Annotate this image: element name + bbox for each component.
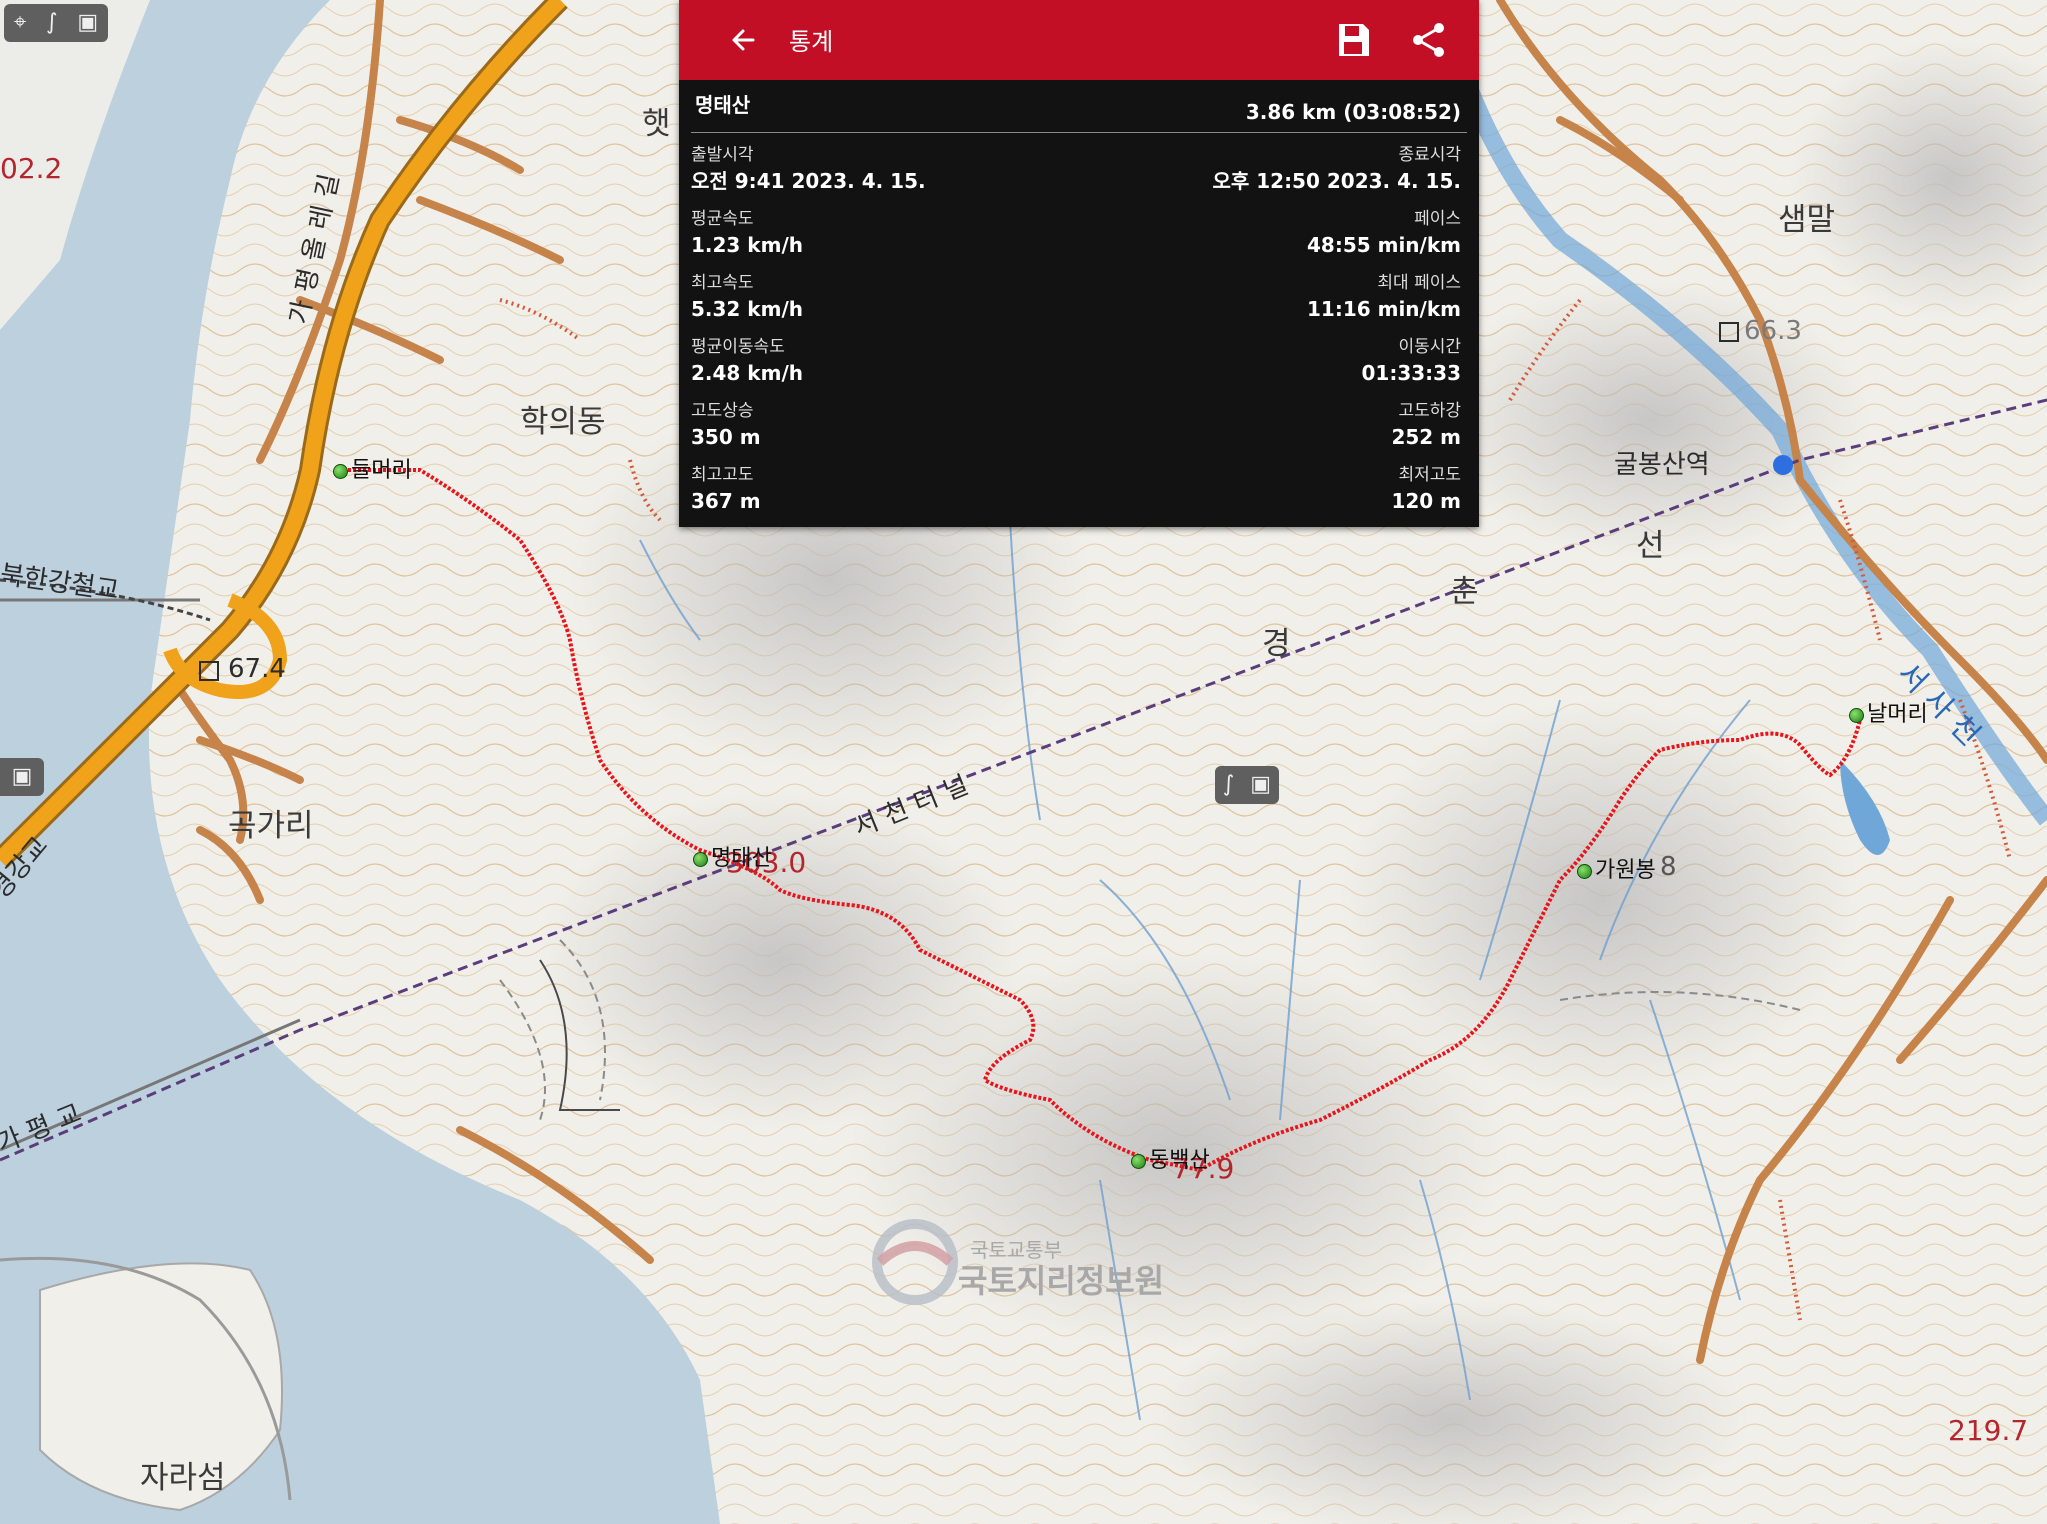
logo-text-bottom: 국토지리정보원 — [958, 1262, 1165, 1300]
place-label-gyeongchun-1: 경 — [1262, 626, 1291, 662]
stat-value: 48:55 min/km — [1306, 233, 1461, 257]
fullscreen-icon[interactable]: ▣ — [1250, 774, 1271, 796]
route-icon[interactable]: ∫ — [1223, 774, 1234, 796]
stat-cell: 최고속도 5.32 km/h — [691, 269, 803, 333]
elevation-label: 67.4 — [228, 654, 286, 684]
stat-cell: 평균이동속도 2.48 km/h — [691, 333, 803, 397]
stat-row: 평균이동속도 2.48 km/h 이동시간 01:33:33 — [691, 333, 1467, 397]
fullscreen-icon: ▣ — [11, 764, 33, 789]
stat-value: 252 m — [1391, 425, 1461, 449]
stat-value: 11:16 min/km — [1306, 297, 1461, 321]
stat-row: 출발시각오전 9:41 2023. 4. 15. 종료시각오후 12:50 20… — [691, 141, 1467, 205]
stat-label: 최고고도 — [691, 465, 754, 485]
arrow-left-icon — [732, 29, 755, 51]
waypoint-gawonbong[interactable]: 가원봉 — [1577, 852, 1656, 884]
side-tool-button[interactable]: ▣ — [0, 758, 44, 796]
stat-row: 고도상승 350 m 고도하강 252 m — [691, 397, 1467, 461]
stat-cell: 고도상승 350 m — [691, 397, 761, 461]
place-label-partial: 햇 — [642, 106, 671, 142]
stat-cell: 평균속도 1.23 km/h — [691, 205, 803, 269]
stat-value: 오전 9:41 2023. 4. 15. — [691, 169, 926, 193]
share-icon — [1413, 23, 1444, 57]
stat-label: 페이스 — [1414, 209, 1461, 229]
stat-label: 출발시각 — [691, 145, 754, 165]
stat-label: 최저고도 — [1398, 465, 1461, 485]
stat-cell: 이동시간 01:33:33 — [1362, 333, 1468, 397]
waypoint-marker-icon — [1577, 863, 1592, 879]
statistics-toolbar: 통계 — [679, 0, 1479, 80]
place-label-gokgari: 곡가리 — [228, 808, 314, 844]
stat-value: 1.23 km/h — [691, 233, 803, 257]
stat-value: 01:33:33 — [1361, 361, 1462, 385]
place-label-saemmal: 샘말 — [1778, 202, 1836, 238]
back-button[interactable] — [723, 20, 763, 60]
floppy-disk-icon — [1339, 24, 1369, 56]
stat-cell: 최대 페이스 11:16 min/km — [1307, 269, 1467, 333]
waypoint-start[interactable]: 들머리 — [333, 452, 412, 484]
elevation-label: 66.3 — [1744, 316, 1802, 346]
save-button[interactable] — [1333, 20, 1373, 60]
waypoint-marker-icon — [1131, 1153, 1146, 1169]
stat-value: 2.48 km/h — [691, 361, 803, 385]
stat-label: 이동시간 — [1398, 337, 1461, 357]
place-label-gyeongchun-2: 춘 — [1450, 574, 1479, 610]
waypoint-myeongtaesan[interactable]: 명태산 — [693, 840, 772, 872]
stat-label: 최고속도 — [691, 273, 754, 293]
place-label-haguidong: 학의동 — [520, 404, 606, 440]
fullscreen-icon[interactable]: ▣ — [77, 12, 98, 34]
stat-cell: 최고고도 367 m — [691, 461, 761, 525]
stat-label: 평균이동속도 — [691, 337, 785, 357]
stat-value: 367 m — [691, 489, 761, 513]
route-icon[interactable]: ∫ — [46, 12, 57, 34]
stat-label: 종료시각 — [1398, 145, 1461, 165]
stat-value: 오후 12:50 2023. 4. 15. — [1212, 169, 1461, 193]
track-name: 명태산 — [695, 93, 751, 117]
stat-cell: 고도하강 252 m — [1391, 397, 1467, 461]
waypoint-marker-icon — [693, 851, 708, 867]
stat-label: 최대 페이스 — [1377, 273, 1461, 293]
stat-label: 평균속도 — [691, 209, 754, 229]
stat-row: 최고속도 5.32 km/h 최대 페이스 11:16 min/km — [691, 269, 1467, 333]
map-tools-cluster-center: ∫ ▣ — [1215, 766, 1279, 804]
stat-label: 고도상승 — [691, 401, 754, 421]
track-distance-time: 3.86 km (03:08:52) — [1245, 100, 1461, 124]
stat-row: 최고고도 367 m 최저고도 120 m — [691, 461, 1467, 525]
gps-locate-icon[interactable]: ⌖ — [14, 12, 26, 34]
track-summary: 명태산 3.86 km (03:08:52) — [691, 80, 1467, 133]
waypoint-dongbaeksan[interactable]: 동백산 — [1131, 1142, 1210, 1174]
elevation-label: 219.7 — [1948, 1414, 2029, 1447]
stat-cell: 종료시각오후 12:50 2023. 4. 15. — [1212, 141, 1467, 205]
waypoint-marker-icon — [1849, 707, 1864, 723]
share-button[interactable] — [1409, 20, 1449, 60]
place-label-gulbong-station: 굴봉산역 — [1614, 450, 1710, 480]
page-title: 통계 — [789, 28, 834, 56]
stat-value: 5.32 km/h — [691, 297, 803, 321]
stat-value: 350 m — [691, 425, 761, 449]
statistics-body: 명태산 3.86 km (03:08:52) 출발시각오전 9:41 2023.… — [679, 80, 1479, 525]
map-tools-cluster: ⌖ ∫ ▣ — [4, 4, 108, 42]
elevation-label: 02.2 — [0, 152, 63, 185]
stat-value: 120 m — [1391, 489, 1461, 513]
stat-label: 고도하강 — [1398, 401, 1461, 421]
elevation-label: 8 — [1660, 852, 1677, 882]
waypoint-marker-icon — [333, 463, 348, 479]
stat-cell: 출발시각오전 9:41 2023. 4. 15. — [691, 141, 926, 205]
place-label-jaraseom: 자라섬 — [140, 1460, 226, 1496]
statistics-panel: 통계 명태산 3.86 km (03:08:52) 출발시각오전 9:41 20… — [679, 0, 1479, 527]
waypoint-end[interactable]: 날머리 — [1849, 696, 1928, 728]
place-label-gyeongchun-3: 선 — [1636, 528, 1665, 564]
stat-cell: 페이스 48:55 min/km — [1307, 205, 1467, 269]
stat-cell: 최저고도 120 m — [1391, 461, 1467, 525]
stat-row: 평균속도 1.23 km/h 페이스 48:55 min/km — [691, 205, 1467, 269]
